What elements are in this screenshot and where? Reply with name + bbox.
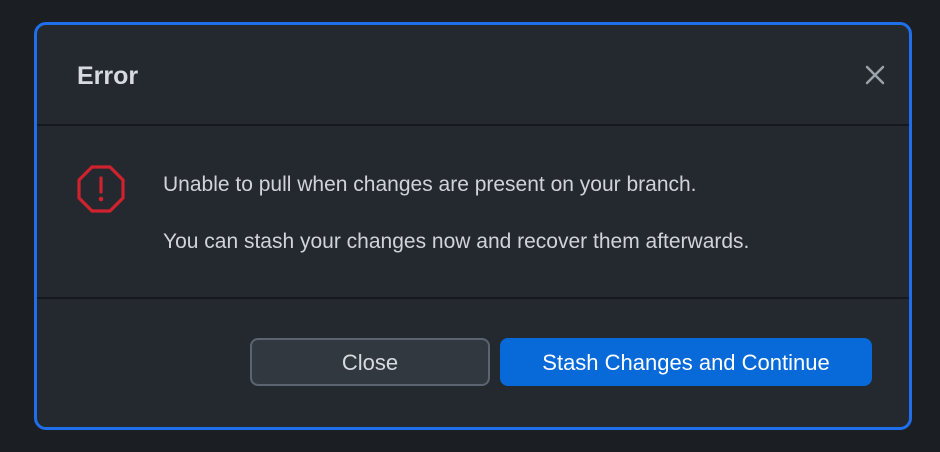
error-dialog: Error Unable to pull when changes are pr…	[34, 22, 912, 430]
close-button[interactable]: Close	[250, 338, 490, 386]
dialog-body: Unable to pull when changes are present …	[37, 126, 909, 299]
octagon-alert-icon	[75, 163, 127, 215]
error-hint-message: You can stash your changes now and recov…	[163, 230, 750, 253]
dialog-footer: Close Stash Changes and Continue	[37, 298, 909, 427]
stash-changes-button[interactable]: Stash Changes and Continue	[500, 338, 872, 386]
error-message: Unable to pull when changes are present …	[163, 173, 697, 196]
dialog-header: Error	[37, 25, 909, 126]
close-icon[interactable]	[861, 61, 889, 89]
dialog-title: Error	[77, 62, 139, 90]
